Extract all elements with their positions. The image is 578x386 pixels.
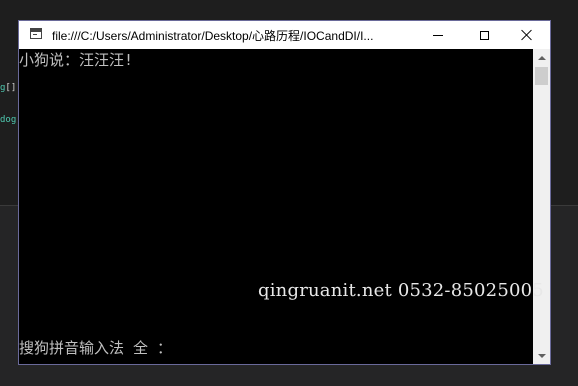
minimize-button[interactable] bbox=[415, 21, 461, 49]
close-icon bbox=[521, 29, 533, 41]
console-output-line: 小狗说：汪汪汪! bbox=[19, 51, 134, 69]
arrow-up-icon bbox=[537, 55, 546, 60]
scrollbar-thumb[interactable] bbox=[535, 67, 548, 85]
vertical-scrollbar[interactable] bbox=[533, 49, 550, 364]
maximize-icon bbox=[479, 30, 489, 40]
window-title: file:///C:/Users/Administrator/Desktop/心… bbox=[52, 29, 374, 43]
arrow-down-icon bbox=[537, 353, 546, 358]
scroll-down-button[interactable] bbox=[533, 347, 550, 364]
desktop-stage: g[] dog file:///C:/Users/Administrator/D… bbox=[0, 0, 578, 386]
code-fragment-type: g[] bbox=[0, 83, 17, 93]
watermark-text: qingruanit.net 0532-85025005 bbox=[258, 280, 544, 301]
minimize-icon bbox=[433, 34, 443, 36]
console-output-area[interactable]: 小狗说：汪汪汪! 搜狗拼音输入法 全 ： bbox=[19, 49, 533, 364]
scroll-up-button[interactable] bbox=[533, 49, 550, 66]
code-fragment-dog: dog bbox=[0, 115, 17, 125]
close-button[interactable] bbox=[504, 21, 550, 49]
ime-status-line: 搜狗拼音输入法 全 ： bbox=[19, 339, 173, 357]
console-titlebar[interactable]: file:///C:/Users/Administrator/Desktop/心… bbox=[19, 21, 550, 49]
maximize-button[interactable] bbox=[461, 21, 507, 49]
console-window[interactable]: file:///C:/Users/Administrator/Desktop/心… bbox=[18, 20, 551, 365]
console-app-icon[interactable] bbox=[30, 28, 42, 39]
